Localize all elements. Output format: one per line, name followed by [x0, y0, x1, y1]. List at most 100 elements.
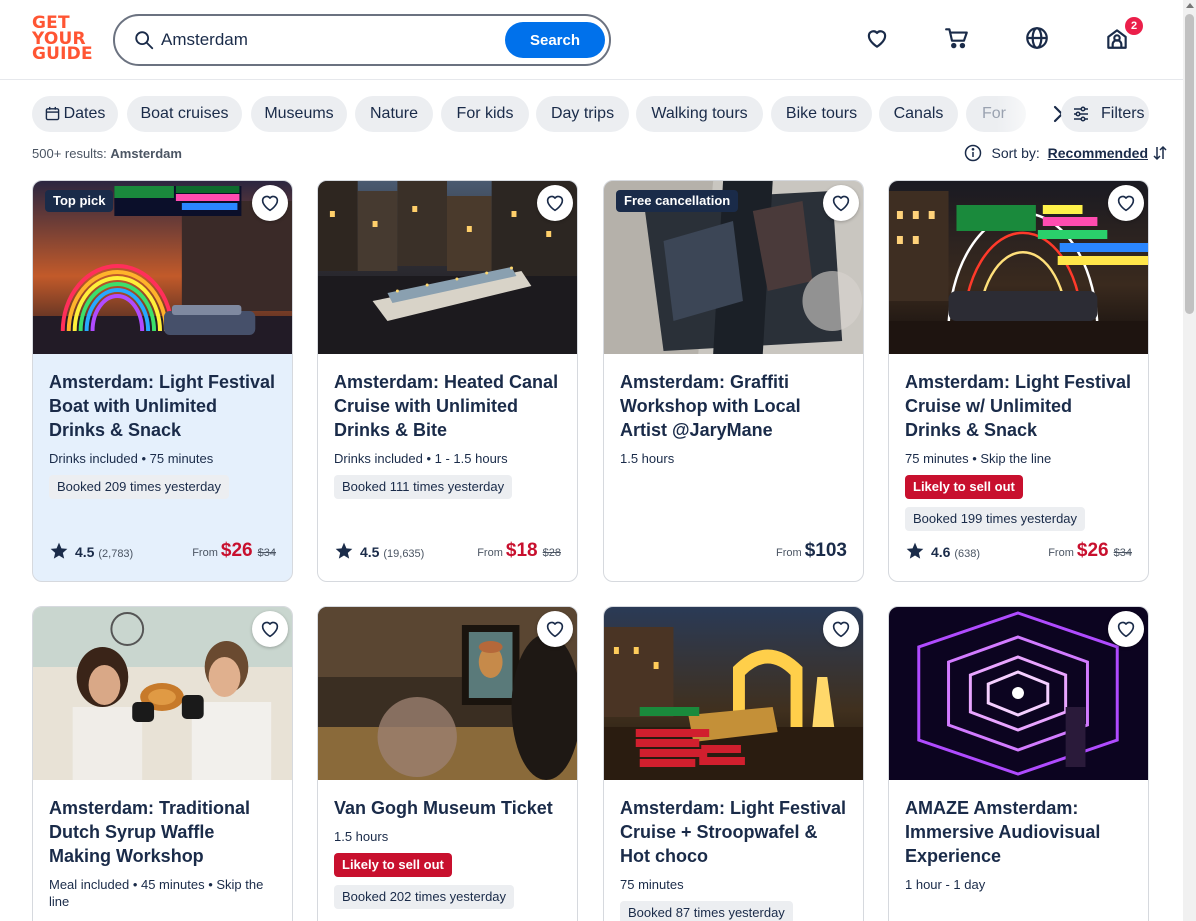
activity-image — [604, 607, 863, 780]
price-current: $26 — [1076, 540, 1109, 561]
star-icon — [906, 542, 924, 559]
dates-chip-label: Dates — [63, 105, 106, 122]
price-from-label: From — [776, 547, 802, 559]
rating: 4.5 (19,635) — [334, 541, 424, 564]
rating: 4.5 (2,783) — [49, 541, 133, 564]
chip-for-truncated[interactable]: For — [966, 96, 1026, 132]
add-to-wishlist-button[interactable] — [823, 611, 859, 647]
chip-day-trips[interactable]: Day trips — [536, 96, 629, 132]
add-to-wishlist-button[interactable] — [252, 611, 288, 647]
logo-line-3: GUIDE — [32, 44, 93, 64]
chip-nature[interactable]: Nature — [355, 96, 433, 132]
results-location: Amsterdam — [110, 146, 182, 161]
scrollbar-thumb[interactable] — [1185, 14, 1194, 314]
activity-meta: 1.5 hours — [620, 451, 675, 466]
star-icon — [335, 542, 353, 559]
activity-card[interactable]: Amsterdam: Light Festival Cruise w/ Unli… — [888, 180, 1149, 582]
results-count-text: 500+ results: — [32, 146, 107, 161]
site-header: GET YOUR GUIDE Search 2 — [0, 0, 1183, 80]
heart-icon — [261, 621, 279, 638]
sort-control[interactable]: Sort by: Recommended — [964, 143, 1167, 163]
search-button[interactable]: Search — [505, 22, 605, 58]
chip-museums[interactable]: Museums — [251, 96, 347, 132]
activity-title[interactable]: Amsterdam: Light Festival Cruise w/ Unli… — [905, 370, 1132, 442]
activity-title[interactable]: Amsterdam: Light Festival Cruise + Stroo… — [620, 796, 847, 868]
add-to-wishlist-button[interactable] — [823, 185, 859, 221]
top-pick-tag: Top pick — [45, 190, 114, 212]
price-from-label: From — [1048, 547, 1074, 559]
sort-arrows-icon[interactable] — [1152, 145, 1168, 161]
scroll-up-arrow-icon[interactable] — [1186, 3, 1194, 8]
heart-icon — [261, 195, 279, 212]
results-count: 500+ results: Amsterdam — [32, 146, 182, 161]
add-to-wishlist-button[interactable] — [1108, 611, 1144, 647]
add-to-wishlist-button[interactable] — [537, 611, 573, 647]
getyourguide-logo[interactable]: GET YOUR GUIDE — [32, 15, 93, 64]
activity-meta: Drinks included • 1 - 1.5 hours — [334, 451, 508, 466]
add-to-wishlist-button[interactable] — [252, 185, 288, 221]
activity-image — [318, 181, 577, 354]
chip-boat-cruises[interactable]: Boat cruises — [127, 96, 242, 132]
activity-meta: Drinks included • 75 minutes — [49, 451, 214, 466]
price-current: $18 — [505, 540, 538, 561]
activity-card[interactable]: Free cancellation Amsterdam: Graffiti Wo… — [603, 180, 864, 582]
activity-title[interactable]: Amsterdam: Graffiti Workshop with Local … — [620, 370, 847, 442]
chip-for-kids[interactable]: For kids — [441, 96, 529, 132]
rating: 4.6 (638) — [905, 541, 980, 564]
booked-count-pill: Booked 111 times yesterday — [334, 475, 513, 499]
calendar-icon — [45, 106, 59, 121]
activity-card[interactable]: Amsterdam: Light Festival Cruise + Stroo… — [603, 606, 864, 921]
activity-title[interactable]: Amsterdam: Heated Canal Cruise with Unli… — [334, 370, 561, 442]
heart-icon — [832, 195, 850, 212]
review-count: (2,783) — [98, 548, 134, 560]
search-icon — [135, 31, 154, 50]
activity-title[interactable]: AMAZE Amsterdam: Immersive Audiovisual E… — [905, 796, 1132, 868]
heart-icon — [1117, 195, 1135, 212]
review-count: (19,635) — [383, 548, 425, 560]
activity-title[interactable]: Van Gogh Museum Ticket — [334, 796, 561, 820]
activity-meta: 1 hour - 1 day — [905, 877, 986, 892]
activity-card[interactable]: Van Gogh Museum Ticket 1.5 hours Likely … — [317, 606, 578, 921]
activity-meta: 75 minutes — [620, 877, 684, 892]
add-to-wishlist-button[interactable] — [537, 185, 573, 221]
chip-canals[interactable]: Canals — [879, 96, 958, 132]
price-current: $26 — [220, 540, 253, 561]
activity-card[interactable]: Top pick Amsterdam: Light Festival Boat … — [32, 180, 293, 582]
activity-title[interactable]: Amsterdam: Traditional Dutch Syrup Waffl… — [49, 796, 276, 868]
activity-meta: 1.5 hours — [334, 829, 389, 844]
activity-card[interactable]: Amsterdam: Heated Canal Cruise with Unli… — [317, 180, 578, 582]
info-icon[interactable] — [964, 144, 982, 162]
cart-count-badge: 2 — [1125, 17, 1143, 35]
activity-image — [889, 181, 1148, 354]
activity-card[interactable]: AMAZE Amsterdam: Immersive Audiovisual E… — [888, 606, 1149, 921]
price-original: $34 — [1113, 547, 1132, 559]
sliders-filter-icon — [1074, 106, 1088, 122]
booked-count-pill: Booked 209 times yesterday — [49, 475, 230, 499]
filters-button[interactable]: Filters — [1061, 96, 1149, 132]
activity-image — [318, 607, 577, 780]
star-icon — [50, 542, 68, 559]
activity-card[interactable]: Amsterdam: Traditional Dutch Syrup Waffl… — [32, 606, 293, 921]
category-chip-bar: Dates Boat cruises Museums Nature For ki… — [32, 96, 1149, 132]
activity-title[interactable]: Amsterdam: Light Festival Boat with Unli… — [49, 370, 276, 442]
page-scrollbar[interactable] — [1183, 0, 1196, 921]
sort-value[interactable]: Recommended — [1048, 145, 1148, 161]
activity-image: Top pick — [33, 181, 292, 354]
search-input[interactable] — [161, 27, 501, 53]
add-to-wishlist-button[interactable] — [1108, 185, 1144, 221]
price: From $103 — [776, 539, 847, 565]
chip-walking-tours[interactable]: Walking tours — [636, 96, 763, 132]
heart-icon — [546, 195, 564, 212]
search-bar: Search — [113, 14, 611, 66]
booked-count-pill: Booked 202 times yesterday — [334, 885, 515, 909]
dates-chip[interactable]: Dates — [32, 96, 118, 132]
wishlist-heart-icon[interactable] — [864, 25, 890, 51]
free-cancellation-tag: Free cancellation — [616, 190, 739, 212]
activity-meta: Meal included • 45 minutes • Skip the li… — [49, 877, 264, 909]
price-from-label: From — [477, 547, 503, 559]
price-original: $28 — [542, 547, 561, 559]
price: From $18 $28 — [477, 539, 561, 565]
cart-icon[interactable] — [944, 25, 970, 51]
chip-bike-tours[interactable]: Bike tours — [771, 96, 872, 132]
globe-language-icon[interactable] — [1024, 25, 1050, 51]
